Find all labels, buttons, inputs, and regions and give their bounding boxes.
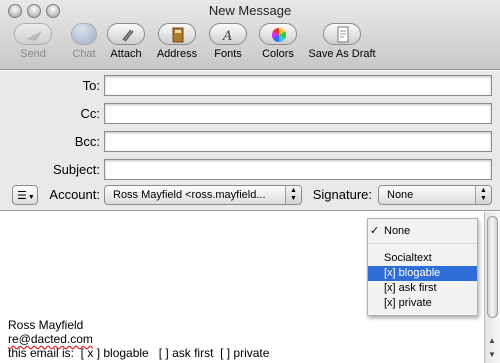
menu-item-blogable[interactable]: [x] blogable — [368, 266, 477, 281]
stepper-arrows-icon: ▲ ▼ — [475, 186, 491, 204]
scroll-thumb[interactable] — [487, 216, 498, 318]
signature-menu: ✓ None Socialtext [x] blogable [x] ask f… — [367, 218, 478, 316]
fonts-button[interactable]: A Fonts — [207, 23, 249, 65]
body-line-status: this email is: [ x ] blogable [ ] ask fi… — [8, 346, 270, 360]
attach-label: Attach — [110, 48, 142, 60]
chat-button[interactable]: Chat — [61, 23, 107, 65]
scroll-up-icon[interactable]: ▲ — [488, 336, 496, 345]
chat-label: Chat — [72, 48, 96, 60]
menu-item-socialtext[interactable]: Socialtext — [368, 251, 477, 266]
colors-label: Colors — [262, 48, 294, 60]
scroll-down-icon[interactable]: ▼ — [488, 350, 496, 359]
to-field[interactable] — [104, 75, 492, 96]
title-bar: New Message — [0, 0, 500, 22]
chat-bubble-icon — [71, 23, 97, 45]
account-value: Ross Mayfield <ross.mayfield... — [113, 189, 266, 201]
menu-item-ask-first[interactable]: [x] ask first — [368, 281, 477, 296]
save-draft-button[interactable]: Save As Draft — [306, 23, 378, 65]
body-scrollbar[interactable]: ▲ ▼ — [484, 212, 500, 363]
checkmark-icon: ✓ — [370, 225, 380, 237]
to-label: To: — [82, 78, 100, 93]
subject-label: Subject: — [53, 162, 100, 177]
fonts-label: Fonts — [214, 48, 242, 60]
cc-label: Cc: — [80, 106, 101, 121]
save-draft-label: Save As Draft — [308, 48, 376, 60]
send-button[interactable]: Send — [10, 23, 56, 65]
menu-item-none[interactable]: ✓ None — [368, 224, 477, 239]
subject-field[interactable] — [104, 159, 492, 180]
address-book-icon — [158, 23, 196, 45]
menu-separator — [368, 243, 477, 244]
bcc-field[interactable] — [104, 131, 492, 152]
menu-item-label: [x] private — [384, 297, 432, 309]
window-chrome: New Message Send Chat Attach Address A F… — [0, 0, 500, 70]
paperclip-icon — [107, 23, 145, 45]
window-title: New Message — [208, 3, 292, 18]
body-line-name: Ross Mayfield — [8, 318, 84, 332]
signature-label: Signature: — [312, 187, 372, 202]
send-label: Send — [20, 48, 46, 60]
address-button[interactable]: Address — [153, 23, 201, 65]
menu-item-label: None — [384, 225, 411, 237]
draft-page-icon — [323, 23, 361, 45]
menu-item-label: [x] ask first — [384, 282, 437, 294]
bcc-label: Bcc: — [74, 134, 100, 149]
account-label: Account: — [49, 187, 100, 202]
colors-button[interactable]: Colors — [256, 23, 300, 65]
menu-item-label: Socialtext — [384, 252, 432, 264]
svg-text:A: A — [222, 29, 232, 44]
attach-button[interactable]: Attach — [106, 23, 146, 65]
address-label: Address — [156, 48, 198, 60]
menu-item-label: [x] blogable — [384, 267, 441, 279]
signature-select[interactable]: None ▲ ▼ — [378, 185, 492, 205]
menu-item-private[interactable]: [x] private — [368, 296, 477, 311]
color-wheel-icon — [259, 23, 297, 45]
font-icon: A — [209, 23, 247, 45]
cc-field[interactable] — [104, 103, 492, 124]
paper-plane-icon — [14, 23, 52, 45]
signature-value: None — [387, 189, 414, 201]
message-header: To: Cc: Bcc: Subject: ☰▼ Account: Ross M… — [0, 71, 500, 211]
mail-compose-window: New Message Send Chat Attach Address A F… — [0, 0, 500, 363]
body-line-email: re@dacted.com — [8, 332, 93, 346]
